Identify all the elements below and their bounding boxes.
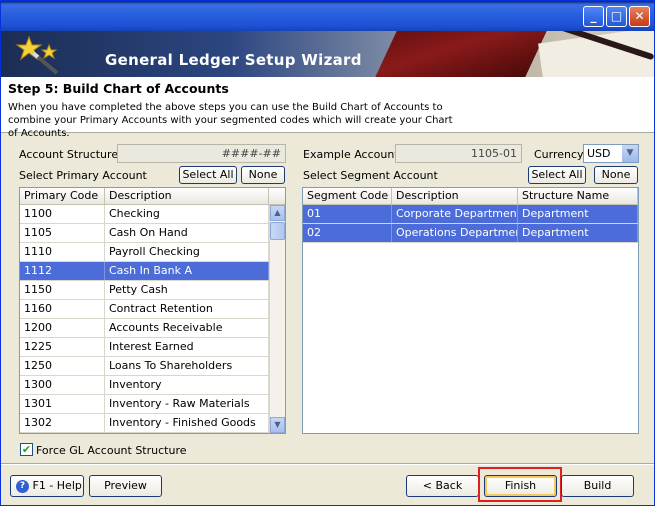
primary-code-cell: 1112: [20, 262, 105, 280]
footer-divider: [1, 463, 654, 465]
table-row[interactable]: 1110 Payroll Checking: [20, 243, 285, 262]
scroll-thumb[interactable]: [270, 222, 285, 240]
primary-code-cell: 1302: [20, 414, 105, 432]
close-button[interactable]: ✕: [629, 6, 650, 27]
primary-code-cell: 1100: [20, 205, 105, 223]
primary-code-cell: 1200: [20, 319, 105, 337]
account-structure-field: ####-##: [117, 144, 286, 163]
currency-label: Currency: [534, 148, 584, 161]
table-row[interactable]: 1105 Cash On Hand: [20, 224, 285, 243]
select-primary-account-label: Select Primary Account: [19, 169, 147, 182]
ledger-book-image: [375, 31, 547, 77]
primary-accounts-grid[interactable]: Primary Code Description 1100 Checking 110…: [19, 187, 286, 434]
description-cell: Interest Earned: [105, 338, 269, 356]
description-cell: Inventory: [105, 376, 269, 394]
primary-code-cell: 1105: [20, 224, 105, 242]
structure-name-column-header[interactable]: Structure Name: [518, 188, 638, 204]
maximize-button[interactable]: □: [606, 6, 627, 27]
primary-code-cell: 1150: [20, 281, 105, 299]
help-button[interactable]: ? F1 - Help: [10, 475, 84, 497]
back-button[interactable]: < Back: [406, 475, 479, 497]
primary-code-cell: 1160: [20, 300, 105, 318]
finish-button[interactable]: Finish: [484, 475, 557, 497]
description-cell: Checking: [105, 205, 269, 223]
description-cell: Petty Cash: [105, 281, 269, 299]
example-account-label: Example Account: [303, 148, 399, 161]
description-cell: Loans To Shareholders: [105, 357, 269, 375]
table-row[interactable]: 01 Corporate Department Department: [303, 205, 638, 224]
primary-code-cell: 1110: [20, 243, 105, 261]
wizard-window: _ □ ✕ General Ledger Setup Wizard Step 5…: [0, 0, 655, 506]
description-cell: Inventory - Finished Goods: [105, 414, 269, 432]
force-structure-label: Force GL Account Structure: [36, 444, 187, 457]
primary-code-cell: 1300: [20, 376, 105, 394]
table-row[interactable]: 1300 Inventory: [20, 376, 285, 395]
currency-value: USD: [587, 147, 611, 160]
scroll-up-icon[interactable]: ▲: [270, 205, 285, 221]
description-cell: Contract Retention: [105, 300, 269, 318]
primary-grid-header: Primary Code Description: [20, 188, 285, 205]
banner-title: General Ledger Setup Wizard: [105, 51, 362, 69]
primary-code-cell: 1250: [20, 357, 105, 375]
description-cell: Payroll Checking: [105, 243, 269, 261]
preview-button[interactable]: Preview: [89, 475, 162, 497]
build-button[interactable]: Build: [561, 475, 634, 497]
segment-description-column-header[interactable]: Description: [392, 188, 518, 204]
table-row[interactable]: 1112 Cash In Bank A: [20, 262, 285, 281]
table-row[interactable]: 1301 Inventory - Raw Materials: [20, 395, 285, 414]
segment-grid-header: Segment Code Description Structure Name: [303, 188, 638, 205]
primary-code-cell: 1225: [20, 338, 105, 356]
segment-description-cell: Operations Department: [392, 224, 518, 242]
description-column-header[interactable]: Description: [105, 188, 269, 204]
title-bar: _ □ ✕: [1, 1, 654, 31]
description-cell: Accounts Receivable: [105, 319, 269, 337]
segment-code-cell: 01: [303, 205, 392, 223]
example-account-field: 1105-01: [395, 144, 522, 163]
chevron-down-icon[interactable]: ▼: [622, 145, 638, 162]
step-header: Step 5: Build Chart of Accounts When you…: [1, 77, 654, 139]
wizard-banner: General Ledger Setup Wizard: [1, 31, 654, 77]
force-structure-checkbox[interactable]: ✔: [20, 443, 33, 456]
help-icon: ?: [16, 479, 29, 493]
table-row[interactable]: 1200 Accounts Receivable: [20, 319, 285, 338]
table-row[interactable]: 1150 Petty Cash: [20, 281, 285, 300]
primary-code-column-header[interactable]: Primary Code: [20, 188, 105, 204]
primary-select-all-button[interactable]: Select All: [179, 166, 237, 184]
table-row[interactable]: 02 Operations Department Department: [303, 224, 638, 243]
description-cell: Inventory - Raw Materials: [105, 395, 269, 413]
table-row[interactable]: 1250 Loans To Shareholders: [20, 357, 285, 376]
segment-accounts-grid[interactable]: Segment Code Description Structure Name …: [302, 187, 639, 434]
segment-code-cell: 02: [303, 224, 392, 242]
segment-description-cell: Corporate Department: [392, 205, 518, 223]
scroll-down-icon[interactable]: ▼: [270, 417, 285, 433]
currency-select[interactable]: USD ▼: [583, 144, 639, 163]
segment-none-button[interactable]: None: [594, 166, 638, 184]
structure-name-cell: Department: [518, 205, 638, 223]
step-description: When you have completed the above steps …: [8, 102, 453, 139]
segment-code-column-header[interactable]: Segment Code: [303, 188, 392, 204]
help-button-label: F1 - Help: [32, 479, 82, 492]
table-row[interactable]: 1100 Checking: [20, 205, 285, 224]
primary-grid-scrollbar[interactable]: ▲ ▼: [269, 205, 285, 433]
step-title: Step 5: Build Chart of Accounts: [8, 81, 229, 96]
magic-wand-icon: [15, 35, 59, 75]
description-cell: Cash In Bank A: [105, 262, 269, 280]
account-structure-label: Account Structure: [19, 148, 119, 161]
structure-name-cell: Department: [518, 224, 638, 242]
primary-code-cell: 1301: [20, 395, 105, 413]
primary-none-button[interactable]: None: [241, 166, 285, 184]
segment-select-all-button[interactable]: Select All: [528, 166, 586, 184]
table-row[interactable]: 1225 Interest Earned: [20, 338, 285, 357]
minimize-button[interactable]: _: [583, 6, 604, 27]
select-segment-account-label: Select Segment Account: [303, 169, 438, 182]
table-row[interactable]: 1160 Contract Retention: [20, 300, 285, 319]
table-row[interactable]: 1302 Inventory - Finished Goods: [20, 414, 285, 433]
description-cell: Cash On Hand: [105, 224, 269, 242]
